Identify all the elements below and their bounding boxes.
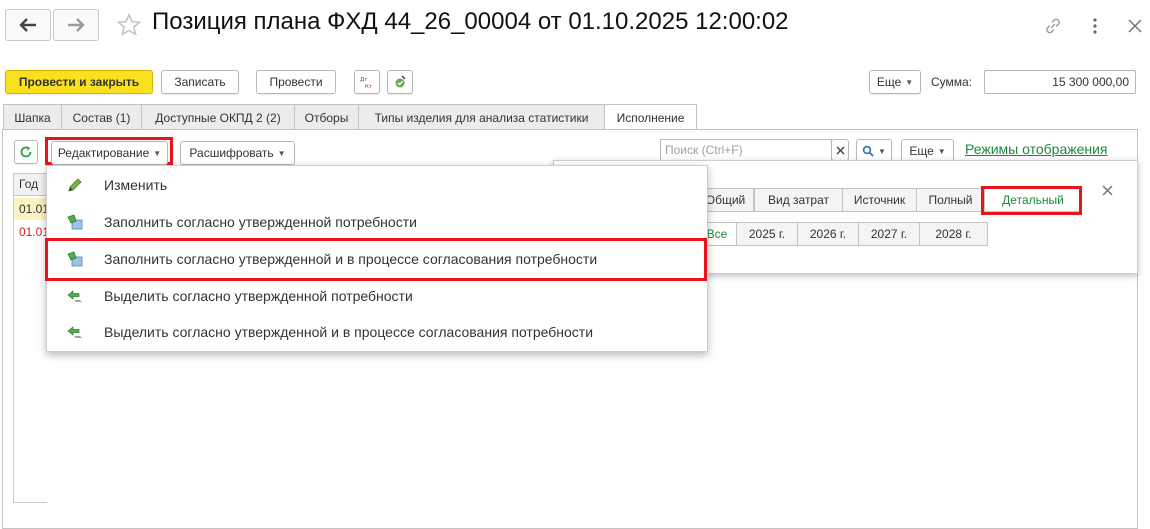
mode-source-label: Источник xyxy=(853,193,906,207)
dt-kt-icon: ДтКт xyxy=(360,77,373,89)
refresh-button[interactable] xyxy=(14,140,38,164)
close-window-button[interactable] xyxy=(1123,13,1147,39)
search-input[interactable]: Поиск (Ctrl+F) xyxy=(660,139,832,161)
panel-more-label: Еще xyxy=(909,144,934,158)
back-button[interactable] xyxy=(5,9,51,41)
menu-item-select-approved-and-pending[interactable]: Выделить согласно утвержденной и в проце… xyxy=(47,314,707,350)
tab-execution[interactable]: Исполнение xyxy=(604,104,697,131)
related-docs-icon xyxy=(395,75,406,88)
menu-item-fill-approved[interactable]: Заполнить согласно утвержденной потребно… xyxy=(47,204,707,240)
mode-general-label: Общий xyxy=(705,193,746,207)
year-2025-label: 2025 г. xyxy=(748,227,786,241)
menu-item-label: Выделить согласно утвержденной потребнос… xyxy=(104,288,413,304)
grid-header-year: Год xyxy=(14,174,47,196)
editing-menu-button[interactable]: Редактирование ▼ xyxy=(51,141,168,165)
mode-full-label: Полный xyxy=(928,193,973,207)
tab-filters[interactable]: Отборы xyxy=(294,104,359,130)
year-2026-label: 2026 г. xyxy=(809,227,847,241)
svg-text:Кт: Кт xyxy=(365,84,373,89)
sum-label: Сумма: xyxy=(931,75,973,89)
menu-item-edit[interactable]: Изменить xyxy=(47,167,707,203)
year-all-label: Все xyxy=(706,227,728,241)
mode-full[interactable]: Полный xyxy=(916,188,985,212)
select-icon xyxy=(65,286,85,306)
tab-header[interactable]: Шапка xyxy=(3,104,62,130)
close-icon xyxy=(836,146,844,154)
save-button[interactable]: Записать xyxy=(161,70,239,94)
search-icon xyxy=(862,145,874,157)
favorite-button[interactable] xyxy=(114,10,144,40)
year-2027-label: 2027 г. xyxy=(870,227,908,241)
menu-item-label: Заполнить согласно утвержденной потребно… xyxy=(104,214,417,230)
detailed-highlight xyxy=(981,186,1082,215)
editing-label: Редактирование xyxy=(57,146,150,160)
tab-available-okpd[interactable]: Доступные ОКПД 2 (2) xyxy=(141,104,295,130)
year-2027[interactable]: 2027 г. xyxy=(858,222,920,246)
pencil-icon xyxy=(65,175,85,195)
more-button-label: Еще xyxy=(876,75,902,89)
svg-text:Дт: Дт xyxy=(360,77,368,83)
caret-down-icon: ▼ xyxy=(153,148,162,158)
menu-item-label: Выделить согласно утвержденной и в проце… xyxy=(104,324,594,340)
decode-menu-button[interactable]: Расшифровать ▼ xyxy=(180,141,295,165)
caret-down-icon: ▼ xyxy=(905,77,914,87)
menu-item-label: Изменить xyxy=(104,177,168,193)
more-menu-button[interactable] xyxy=(1085,13,1105,39)
close-icon xyxy=(1101,184,1113,196)
post-button[interactable]: Провести xyxy=(256,70,336,94)
link-button[interactable] xyxy=(1040,13,1066,39)
year-2028[interactable]: 2028 г. xyxy=(919,222,988,246)
mode-expense-type[interactable]: Вид затрат xyxy=(754,188,843,212)
decode-label: Расшифровать xyxy=(189,146,274,160)
tab-product-types[interactable]: Типы изделия для анализа статистики xyxy=(358,104,605,130)
caret-down-icon: ▼ xyxy=(277,148,286,158)
star-icon xyxy=(116,12,142,37)
page-title: Позиция плана ФХД 44_26_00004 от 01.10.2… xyxy=(152,8,789,35)
table-row[interactable]: 01.01 xyxy=(14,198,47,220)
related-docs-button[interactable] xyxy=(387,70,413,94)
year-2026[interactable]: 2026 г. xyxy=(797,222,859,246)
select-icon xyxy=(65,322,85,342)
menu-item-highlight xyxy=(45,238,707,281)
link-icon xyxy=(1046,18,1060,34)
table-row[interactable]: 01.01 xyxy=(14,221,47,243)
fill-icon xyxy=(65,212,85,232)
caret-down-icon: ▼ xyxy=(878,146,886,156)
arrow-left-icon xyxy=(19,18,36,32)
mode-source[interactable]: Источник xyxy=(842,188,917,212)
clear-search-button[interactable] xyxy=(831,139,849,161)
close-modes-button[interactable] xyxy=(1098,181,1116,199)
refresh-icon xyxy=(20,146,32,158)
more-vertical-icon xyxy=(1093,18,1097,34)
sum-field[interactable]: 15 300 000,00 xyxy=(984,70,1136,94)
forward-button[interactable] xyxy=(53,9,99,41)
tab-composition[interactable]: Состав (1) xyxy=(61,104,142,130)
close-icon xyxy=(1128,19,1142,33)
dt-kt-button[interactable]: Дт Кт xyxy=(354,70,380,94)
menu-item-select-approved[interactable]: Выделить согласно утвержденной потребнос… xyxy=(47,278,707,314)
more-button[interactable]: Еще ▼ xyxy=(869,70,921,94)
post-and-close-button[interactable]: Провести и закрыть xyxy=(5,70,153,94)
year-2025[interactable]: 2025 г. xyxy=(736,222,798,246)
arrow-right-icon xyxy=(68,18,85,32)
year-2028-label: 2028 г. xyxy=(935,227,972,241)
mode-expense-type-label: Вид затрат xyxy=(767,193,830,207)
display-modes-link[interactable]: Режимы отображения xyxy=(965,141,1108,157)
caret-down-icon: ▼ xyxy=(937,146,946,156)
